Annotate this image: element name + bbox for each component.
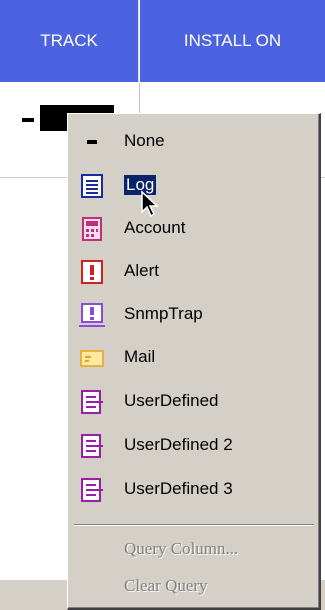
minus-icon bbox=[87, 140, 97, 144]
mouse-pointer-icon bbox=[141, 190, 159, 218]
column-header-track[interactable]: TRACK bbox=[0, 0, 139, 82]
menu-item-mail[interactable]: Mail bbox=[78, 338, 318, 378]
menu-separator bbox=[74, 524, 314, 526]
menu-item-log[interactable]: Log bbox=[78, 166, 318, 206]
userdefined-icon bbox=[81, 478, 103, 502]
track-context-menu: None Log Account Alert SnmpTrap Mail Use… bbox=[67, 113, 321, 610]
menu-item-label: SnmpTrap bbox=[124, 304, 203, 323]
menu-item-userdefined[interactable]: UserDefined bbox=[78, 382, 318, 422]
userdefined-icon bbox=[81, 390, 103, 414]
column-header-install-on[interactable]: INSTALL ON bbox=[140, 0, 325, 82]
menu-item-snmptrap[interactable]: SnmpTrap bbox=[78, 295, 318, 335]
menu-item-alert[interactable]: Alert bbox=[78, 252, 318, 292]
alert-icon bbox=[81, 260, 103, 284]
menu-item-label: UserDefined bbox=[124, 391, 219, 410]
menu-item-account[interactable]: Account bbox=[78, 209, 318, 249]
menu-item-userdefined-3[interactable]: UserDefined 3 bbox=[78, 470, 318, 510]
menu-item-label: Alert bbox=[124, 261, 159, 280]
menu-item-label: None bbox=[124, 131, 165, 150]
log-icon bbox=[81, 174, 103, 198]
menu-item-query-column: Query Column... bbox=[124, 539, 239, 558]
menu-item-label: Mail bbox=[124, 347, 156, 366]
column-header-install-on-label: INSTALL ON bbox=[183, 31, 282, 50]
menu-item-userdefined-2[interactable]: UserDefined 2 bbox=[78, 426, 318, 466]
userdefined-icon bbox=[81, 434, 103, 458]
account-icon bbox=[82, 217, 102, 241]
menu-item-clear-query: Clear Query bbox=[124, 576, 208, 595]
menu-item-label: Account bbox=[124, 218, 186, 237]
menu-item-label: UserDefined 3 bbox=[124, 479, 233, 498]
menu-item-none[interactable]: None bbox=[78, 122, 318, 162]
minus-icon bbox=[22, 118, 34, 122]
column-header-track-label: TRACK bbox=[40, 31, 98, 50]
snmptrap-icon bbox=[79, 303, 105, 327]
menu-item-label: UserDefined 2 bbox=[124, 435, 233, 454]
mail-icon bbox=[80, 350, 104, 367]
